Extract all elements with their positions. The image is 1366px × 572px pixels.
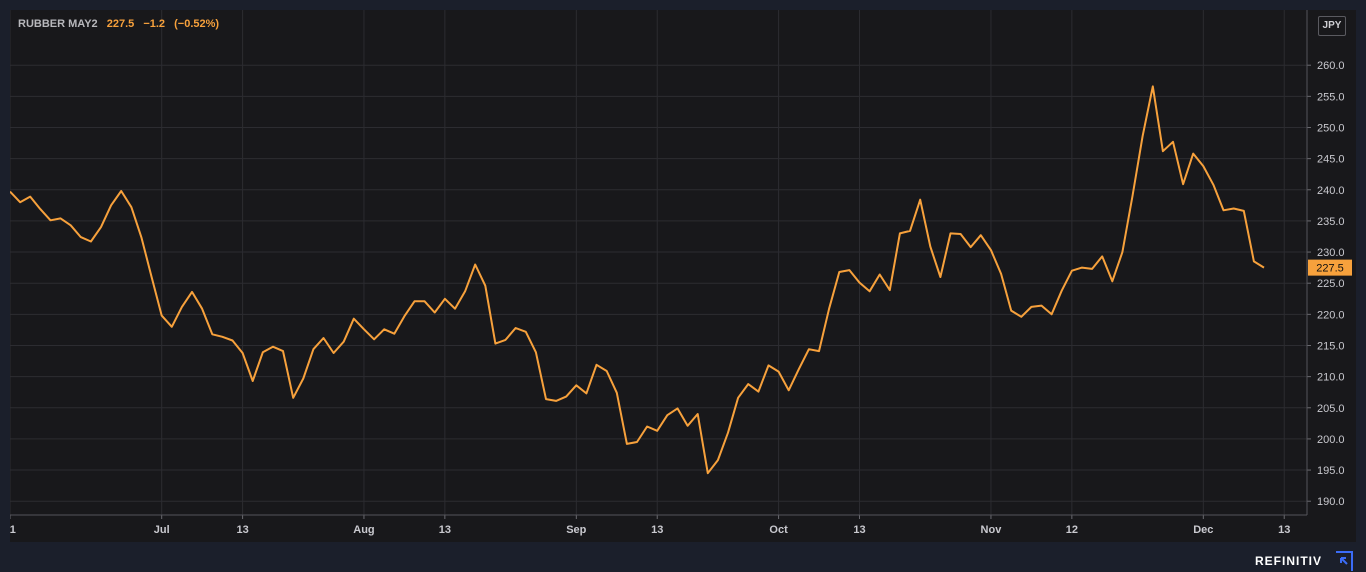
legend-symbol: RUBBER MAY2 (18, 18, 98, 30)
y-tick-label: 240.0 (1317, 185, 1345, 197)
x-tick-label: Dec (1193, 524, 1213, 536)
x-tick-label: 13 (439, 524, 451, 536)
price-series-line (10, 85, 1265, 475)
series-layer (10, 85, 1265, 475)
x-tick-label: 13 (1278, 524, 1290, 536)
x-tick-label: 13 (853, 524, 865, 536)
y-tick-label: 230.0 (1317, 247, 1345, 259)
chart-legend: RUBBER MAY2 227.5 −1.2 (−0.52%) (18, 18, 225, 30)
y-tick-label: 200.0 (1317, 434, 1345, 446)
axes (10, 10, 1311, 519)
y-tick-label: 250.0 (1317, 122, 1345, 134)
y-tick-label: 245.0 (1317, 154, 1345, 166)
last-value-marker: 227.5 (1308, 259, 1352, 276)
legend-change: −1.2 (143, 18, 166, 30)
x-tick-label: 13 (651, 524, 663, 536)
x-tick-label: 11 (10, 524, 16, 536)
y-tick-label: 190.0 (1317, 496, 1345, 508)
y-axis-ticks: 190.0 195.0 200.0 205.0 210.0 215.0 220.0 225.0… (1317, 60, 1345, 508)
legend-change-percent: (−0.52%) (174, 18, 220, 30)
y-tick-label: 210.0 (1317, 372, 1345, 384)
last-value-label: 227.5 (1316, 263, 1344, 275)
y-tick-label: 255.0 (1317, 91, 1345, 103)
y-tick-label: 215.0 (1317, 340, 1345, 352)
y-tick-label: 235.0 (1317, 216, 1345, 228)
grid (10, 10, 1307, 515)
x-tick-label: Nov (981, 524, 1003, 536)
x-tick-label: Jul (154, 524, 170, 536)
x-tick-label: 13 (236, 524, 248, 536)
y-tick-label: 205.0 (1317, 403, 1345, 415)
x-tick-label: Sep (566, 524, 586, 536)
x-tick-label: Oct (769, 524, 788, 536)
legend-last-price: 227.5 (106, 18, 135, 30)
refinitiv-logo-icon (1336, 551, 1353, 571)
x-tick-label: Aug (353, 524, 374, 536)
chart-panel[interactable]: 190.0 195.0 200.0 205.0 210.0 215.0 220.0 225.0… (10, 10, 1356, 542)
y-tick-label: 195.0 (1317, 465, 1345, 477)
x-tick-label: 12 (1066, 524, 1078, 536)
x-axis-ticks: 11 Jul 13 Aug 13 Sep 13 Oct 13 Nov 12 Dec 13 (10, 524, 1290, 536)
y-tick-label: 220.0 (1317, 309, 1345, 321)
price-chart[interactable]: 190.0 195.0 200.0 205.0 210.0 215.0 220.0 225.0… (10, 10, 1356, 542)
y-tick-label: 260.0 (1317, 60, 1345, 72)
brand-name: REFINITIV (1255, 554, 1323, 568)
currency-badge[interactable]: JPY (1318, 16, 1346, 36)
y-tick-label: 225.0 (1317, 278, 1345, 290)
